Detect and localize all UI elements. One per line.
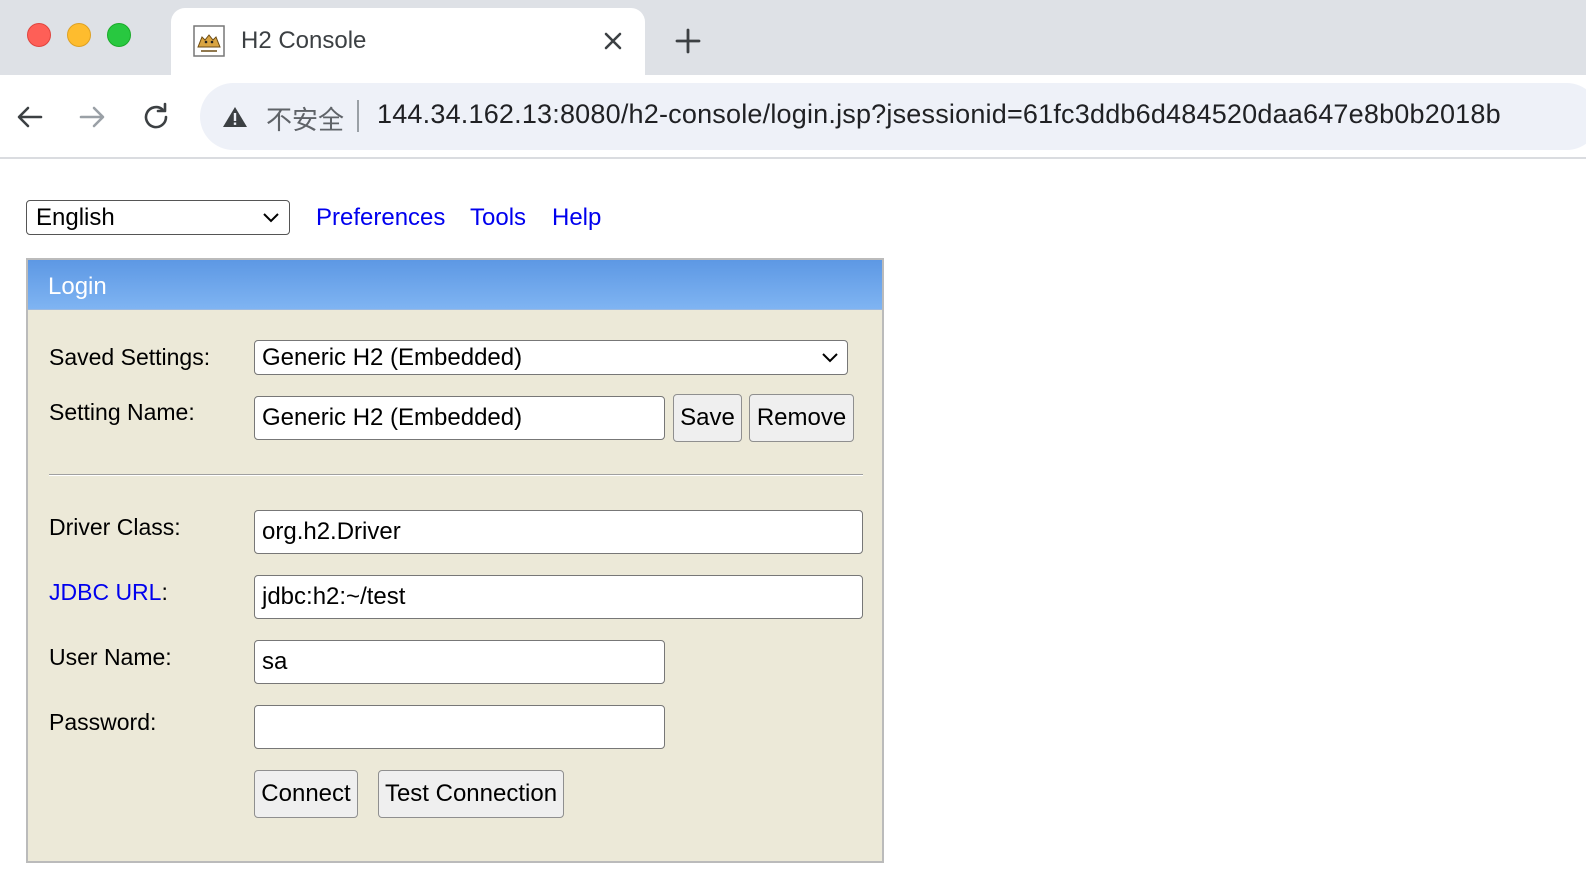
reload-icon[interactable] xyxy=(140,101,172,133)
saved-settings-label: Saved Settings: xyxy=(49,344,211,370)
browser-tab-active[interactable]: H2 Console xyxy=(171,8,645,76)
chevron-down-icon xyxy=(822,353,838,363)
language-select-value: English xyxy=(36,204,115,231)
user-name-value: sa xyxy=(262,648,288,675)
user-name-input[interactable]: sa xyxy=(254,640,665,684)
url-host: 144.34.162.13 xyxy=(377,99,553,129)
remove-button[interactable]: Remove xyxy=(749,394,854,442)
tools-link[interactable]: Tools xyxy=(470,204,526,232)
save-button-label: Save xyxy=(680,404,735,431)
language-select[interactable]: English xyxy=(26,200,290,235)
setting-name-input[interactable]: Generic H2 (Embedded) xyxy=(254,396,665,440)
login-panel: Login Saved Settings: Generic H2 (Embedd… xyxy=(26,258,884,863)
url-text[interactable]: 144.34.162.13:8080/h2-console/login.jsp?… xyxy=(377,99,1501,130)
back-arrow-icon[interactable] xyxy=(14,101,46,133)
setting-name-label: Setting Name: xyxy=(49,399,195,425)
jdbc-url-label: JDBC URL: xyxy=(49,579,168,606)
connect-button-label: Connect xyxy=(261,780,351,807)
jdbc-url-value: jdbc:h2:~/test xyxy=(262,583,406,610)
chevron-down-icon xyxy=(263,213,279,223)
help-link[interactable]: Help xyxy=(552,204,601,232)
jdbc-url-link[interactable]: JDBC URL xyxy=(49,579,161,605)
setting-name-value: Generic H2 (Embedded) xyxy=(262,404,523,431)
test-connection-button[interactable]: Test Connection xyxy=(378,770,564,818)
driver-class-input[interactable]: org.h2.Driver xyxy=(254,510,863,554)
driver-class-label: Driver Class: xyxy=(49,514,181,540)
warning-icon[interactable] xyxy=(222,105,248,129)
password-input[interactable] xyxy=(254,705,665,749)
tomcat-favicon-icon xyxy=(193,25,225,57)
window-minimize-button[interactable] xyxy=(67,23,91,47)
preferences-link[interactable]: Preferences xyxy=(316,204,445,232)
jdbc-url-input[interactable]: jdbc:h2:~/test xyxy=(254,575,863,619)
address-bar[interactable]: 不安全 144.34.162.13:8080/h2-console/login.… xyxy=(200,83,1586,150)
remove-button-label: Remove xyxy=(756,404,847,431)
address-bar-divider xyxy=(357,100,359,132)
section-divider xyxy=(49,474,863,476)
connect-button[interactable]: Connect xyxy=(254,770,358,818)
user-name-label: User Name: xyxy=(49,644,172,670)
new-tab-icon[interactable] xyxy=(674,27,702,55)
browser-toolbar: 不安全 144.34.162.13:8080/h2-console/login.… xyxy=(0,75,1586,159)
not-secure-label[interactable]: 不安全 xyxy=(266,100,344,137)
driver-class-value: org.h2.Driver xyxy=(262,518,401,545)
test-connection-button-label: Test Connection xyxy=(384,780,558,807)
save-button[interactable]: Save xyxy=(673,394,742,442)
window-maximize-button[interactable] xyxy=(107,23,131,47)
browser-tabstrip: H2 Console xyxy=(0,0,1586,76)
saved-settings-select[interactable]: Generic H2 (Embedded) xyxy=(254,340,848,375)
url-path: :8080/h2-console/login.jsp?jsessionid=61… xyxy=(552,99,1501,129)
login-header: Login xyxy=(28,260,882,310)
login-title: Login xyxy=(48,273,107,300)
saved-settings-value: Generic H2 (Embedded) xyxy=(262,343,523,371)
jdbc-url-colon: : xyxy=(161,579,168,605)
password-label: Password: xyxy=(49,709,157,735)
tab-title: H2 Console xyxy=(241,27,367,54)
tab-close-icon[interactable] xyxy=(599,27,627,55)
forward-arrow-icon[interactable] xyxy=(76,101,108,133)
window-close-button[interactable] xyxy=(27,23,51,47)
